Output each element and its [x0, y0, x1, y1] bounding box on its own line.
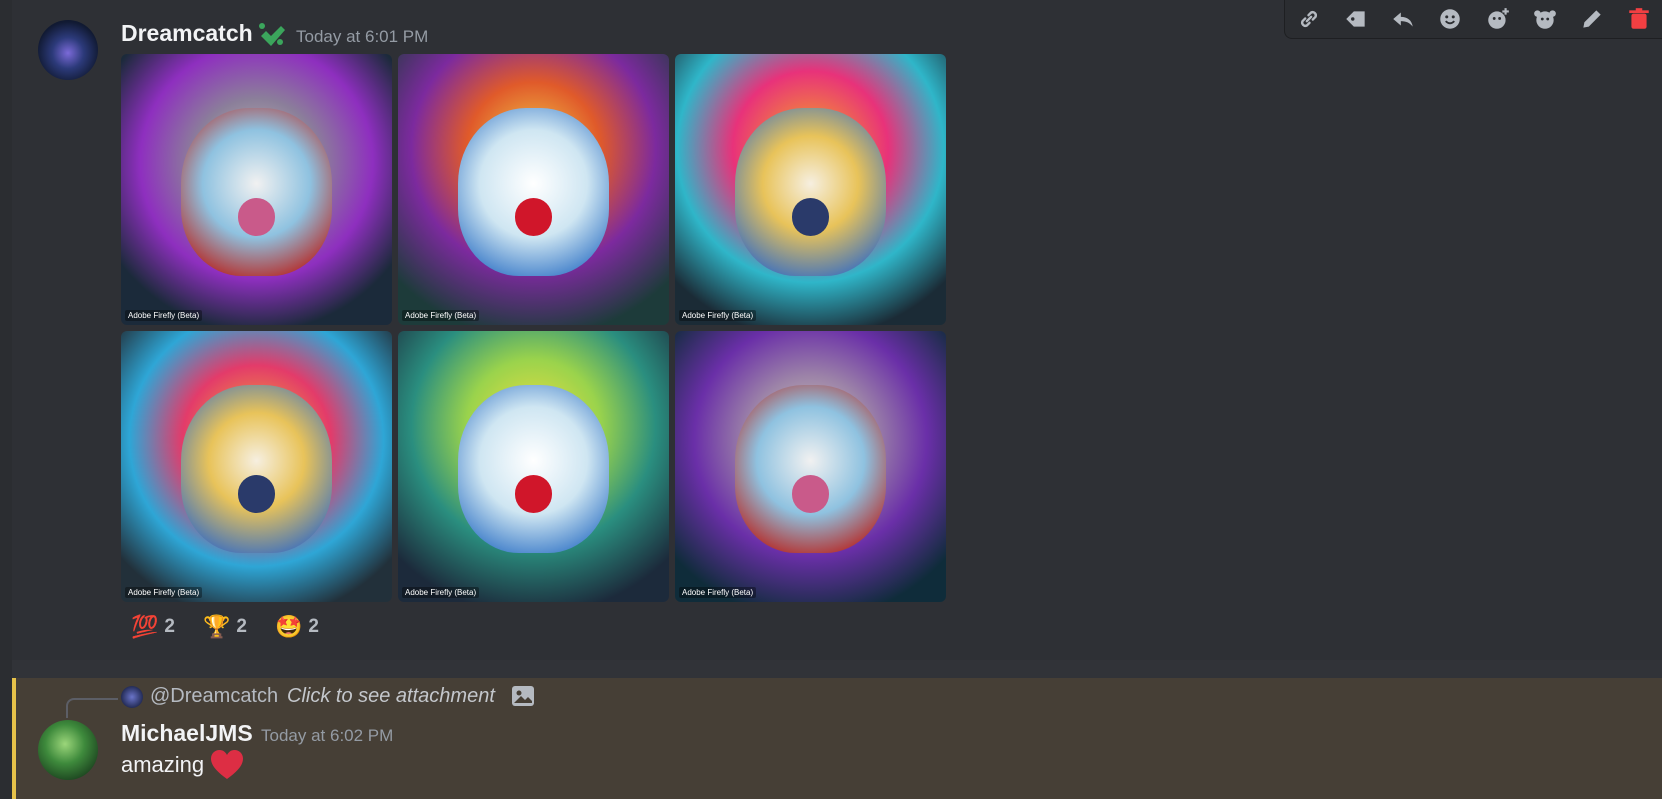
face-shape [457, 385, 610, 554]
super-reaction-icon [1534, 10, 1556, 29]
nose-shape [514, 474, 553, 513]
image-attachment[interactable]: Adobe Firefly (Beta) [675, 54, 946, 325]
username-michaeljms[interactable]: MichaelJMS [121, 720, 253, 747]
avatar-michaeljms[interactable] [38, 720, 98, 780]
nose-shape [514, 197, 553, 236]
timestamp-dreamcatch: Today at 6:01 PM [296, 27, 429, 46]
reaction-count: 2 [164, 616, 175, 637]
reply-connector [66, 698, 118, 718]
image-icon [512, 686, 534, 706]
image-attachment[interactable]: Adobe Firefly (Beta) [398, 331, 669, 602]
link-icon [1300, 11, 1317, 27]
image-grid: Adobe Firefly (Beta) Adobe Firefly (Beta… [121, 54, 947, 602]
reply-avatar[interactable] [121, 686, 143, 708]
reaction-count: 2 [308, 616, 319, 637]
image-watermark: Adobe Firefly (Beta) [402, 587, 480, 598]
edit-button[interactable] [1575, 2, 1609, 36]
image-watermark: Adobe Firefly (Beta) [125, 587, 203, 598]
reaction-trophy[interactable]: 🏆 2 [193, 609, 257, 645]
image-watermark: Adobe Firefly (Beta) [125, 310, 203, 321]
face-shape [457, 108, 610, 277]
image-watermark: Adobe Firefly (Beta) [402, 310, 480, 321]
add-reaction-icon [1487, 8, 1509, 29]
tag-icon [1346, 11, 1365, 27]
delete-button[interactable] [1622, 2, 1656, 36]
face-shape [734, 385, 887, 554]
trophy-icon: 🏆 [202, 614, 231, 639]
face-shape [180, 108, 333, 277]
reply-mention[interactable]: @Dreamcatch [150, 685, 278, 708]
super-reaction-button[interactable] [1528, 2, 1562, 36]
reactions-bar: 💯 2 🏆 2 🤩 2 [121, 609, 329, 645]
heart-icon [211, 750, 243, 779]
copy-link-button[interactable] [1292, 2, 1326, 36]
message-toolbar [1284, 0, 1662, 39]
reply-icon [1393, 12, 1413, 27]
left-edge [0, 0, 12, 799]
username-dreamcatch[interactable]: Dreamcatch [121, 20, 253, 47]
reaction-clown[interactable]: 🤩 2 [265, 609, 329, 645]
reply-button[interactable] [1386, 2, 1420, 36]
image-watermark: Adobe Firefly (Beta) [679, 587, 757, 598]
emoji-icon [1440, 9, 1461, 29]
add-reaction-button[interactable] [1481, 2, 1515, 36]
image-attachment[interactable]: Adobe Firefly (Beta) [121, 331, 392, 602]
reply-preview-text[interactable]: Click to see attachment [287, 685, 495, 708]
face-shape [180, 385, 333, 554]
image-attachment[interactable]: Adobe Firefly (Beta) [121, 54, 392, 325]
reaction-100[interactable]: 💯 2 [121, 609, 185, 645]
image-attachment[interactable]: Adobe Firefly (Beta) [675, 331, 946, 602]
face-shape [734, 108, 887, 277]
emoji-button[interactable] [1433, 2, 1467, 36]
timestamp-michaeljms: Today at 6:02 PM [261, 726, 394, 745]
star-struck-icon: 🤩 [274, 614, 303, 639]
nose-shape [791, 474, 830, 513]
edit-icon [1583, 10, 1601, 28]
nose-shape [237, 197, 276, 236]
nose-shape [791, 197, 830, 236]
nose-shape [237, 474, 276, 513]
hundred-points-icon: 💯 [131, 614, 159, 639]
image-watermark: Adobe Firefly (Beta) [679, 310, 757, 321]
delete-icon [1629, 8, 1650, 29]
reaction-count: 2 [236, 616, 247, 637]
tag-button[interactable] [1339, 2, 1373, 36]
verified-badge-icon [259, 23, 285, 46]
avatar-dreamcatch[interactable] [38, 20, 98, 80]
message-text: amazing [121, 752, 205, 777]
image-attachment[interactable]: Adobe Firefly (Beta) [398, 54, 669, 325]
